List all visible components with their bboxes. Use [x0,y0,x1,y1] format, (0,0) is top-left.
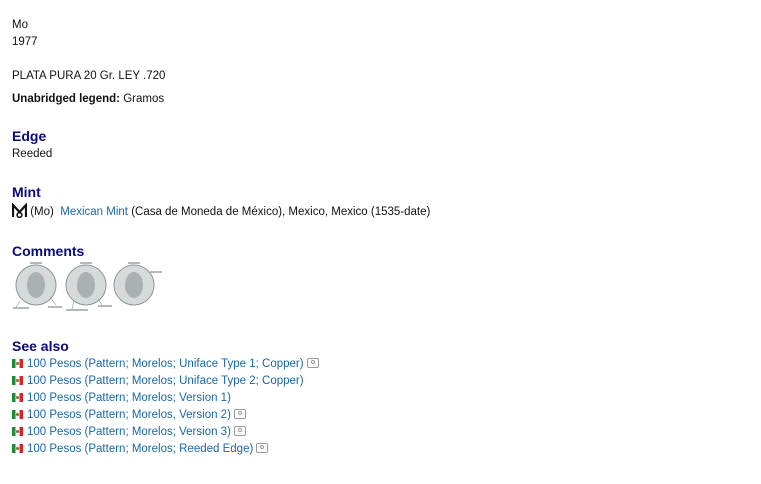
mexico-flag-icon [12,359,23,368]
mexico-flag-icon [12,376,23,385]
mexico-flag-icon [12,427,23,436]
mexico-flag-icon [12,410,23,419]
mexico-mint-mark-icon [12,203,27,218]
see-also-item: 100 Pesos (Pattern; Morelos; Version 1) [12,390,749,407]
see-also-list: 100 Pesos (Pattern; Morelos; Uniface Typ… [12,356,749,458]
camera-icon [233,409,246,419]
mexico-flag-icon [12,444,23,453]
edge-value: Reeded [12,148,53,160]
camera-icon [256,443,269,453]
coin-varieties-comparison-image[interactable] [12,261,164,318]
mint-mark: (Mo) [30,206,54,218]
see-also-link[interactable]: 100 Pesos (Pattern; Morelos; Reeded Edge… [27,443,253,455]
see-also-link[interactable]: 100 Pesos (Pattern; Morelos, Version 2) [27,409,231,421]
edge-heading: Edge [12,128,47,144]
legend-value: Gramos [123,93,165,105]
comments-heading: Comments [12,243,85,259]
camera-icon [233,426,246,436]
see-also-link[interactable]: 100 Pesos (Pattern; Morelos; Version 1) [27,392,231,404]
mint-row: (Mo) Mexican Mint (Casa de Moneda de Méx… [12,202,749,222]
unabridged-legend: Unabridged legend: Gramos [12,91,749,108]
see-also-heading: See also [12,338,69,354]
see-also-item: 100 Pesos (Pattern; Morelos; Version 3) [12,424,749,441]
see-also-link[interactable]: 100 Pesos (Pattern; Morelos; Uniface Typ… [27,375,304,387]
camera-icon [306,358,319,368]
year: 1977 [12,36,38,48]
mint-letter: Mo [12,19,28,31]
coin-details: Mo 1977 PLATA PURA 20 Gr. LEY .720 Unabr… [0,0,761,458]
see-also-item: 100 Pesos (Pattern; Morelos; Uniface Typ… [12,356,749,373]
mexico-flag-icon [12,393,23,402]
see-also-item: 100 Pesos (Pattern; Morelos; Reeded Edge… [12,441,749,458]
inscription-text: PLATA PURA 20 Gr. LEY .720 [12,70,166,82]
mint-heading: Mint [12,184,41,200]
mint-description: (Casa de Moneda de México), Mexico, Mexi… [131,206,431,218]
mexican-mint-link[interactable]: Mexican Mint [60,206,128,218]
see-also-item: 100 Pesos (Pattern; Morelos, Version 2) [12,407,749,424]
see-also-item: 100 Pesos (Pattern; Morelos; Uniface Typ… [12,373,749,390]
legend-label: Unabridged legend: [12,93,120,105]
see-also-link[interactable]: 100 Pesos (Pattern; Morelos; Uniface Typ… [27,358,304,370]
see-also-link[interactable]: 100 Pesos (Pattern; Morelos; Version 3) [27,426,231,438]
